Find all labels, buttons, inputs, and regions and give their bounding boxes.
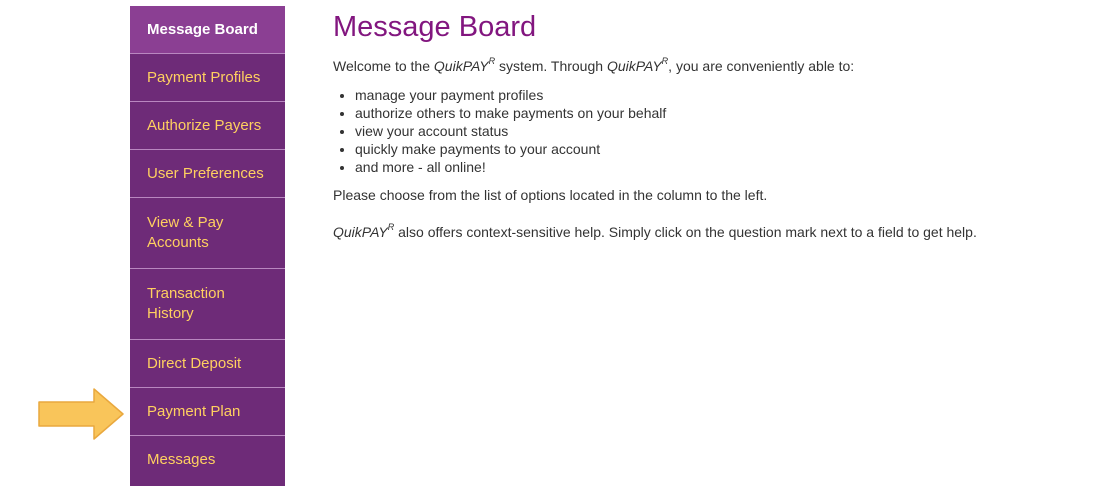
brand-name: QuikPAY [333,224,388,240]
list-item: quickly make payments to your account [355,140,1093,158]
sidebar-item-authorize-payers[interactable]: Authorize Payers [130,102,285,150]
intro-text: , you are conveniently able to: [668,58,855,74]
brand-name: QuikPAY [606,58,662,74]
brand-name: QuikPAY [433,58,489,74]
help-paragraph: QuikPAYR also offers context-sensitive h… [333,223,1093,241]
sidebar-item-user-preferences[interactable]: User Preferences [130,150,285,198]
sidebar-item-label: Messages [147,451,216,468]
sidebar-item-label: Authorize Payers [147,116,262,134]
brand-registered-mark: R [387,222,395,233]
page-title: Message Board [333,11,537,43]
sidebar-item-label: View & Pay Accounts [147,214,224,251]
sidebar-item-label: Direct Deposit [147,354,242,372]
sidebar-item-view-pay-accounts[interactable]: View & Pay Accounts [130,198,285,269]
sidebar-item-payment-plan[interactable]: Payment Plan [130,388,285,436]
sidebar-item-label: Payment Profiles [147,68,261,86]
choose-instruction: Please choose from the list of options l… [333,187,768,203]
list-item: and more - all online! [355,158,1093,176]
sidebar-item-transaction-history[interactable]: Transaction History [130,269,285,340]
right-arrow-icon [38,388,124,440]
intro-text: Welcome to the [333,58,434,74]
sidebar-item-label: Transaction History [147,285,225,322]
sidebar-item-label: User Preferences [147,164,264,182]
feature-list: manage your payment profiles authorize o… [333,86,1093,176]
intro-paragraph: Welcome to the QuikPAYR system. Through … [333,57,1093,75]
sidebar-item-label: Payment Plan [147,402,241,420]
intro-text: system. Through [495,58,607,74]
list-item: manage your payment profiles [355,86,1093,104]
brand-registered-mark: R [661,56,669,67]
sidebar-item-payment-profiles[interactable]: Payment Profiles [130,54,285,102]
sidebar-item-messages[interactable]: Messages [130,436,285,484]
sidebar-item-direct-deposit[interactable]: Direct Deposit [130,340,285,388]
sidebar-nav: Message Board Payment Profiles Authorize… [130,6,285,486]
help-text: also offers context-sensitive help. Simp… [394,224,977,240]
sidebar-item-label: Message Board [147,20,258,38]
brand-registered-mark: R [488,56,496,67]
sidebar-item-message-board[interactable]: Message Board [130,6,285,54]
main-content: Message Board Welcome to the QuikPAYR sy… [333,8,1093,241]
list-item: authorize others to make payments on you… [355,104,1093,122]
list-item: view your account status [355,122,1093,140]
